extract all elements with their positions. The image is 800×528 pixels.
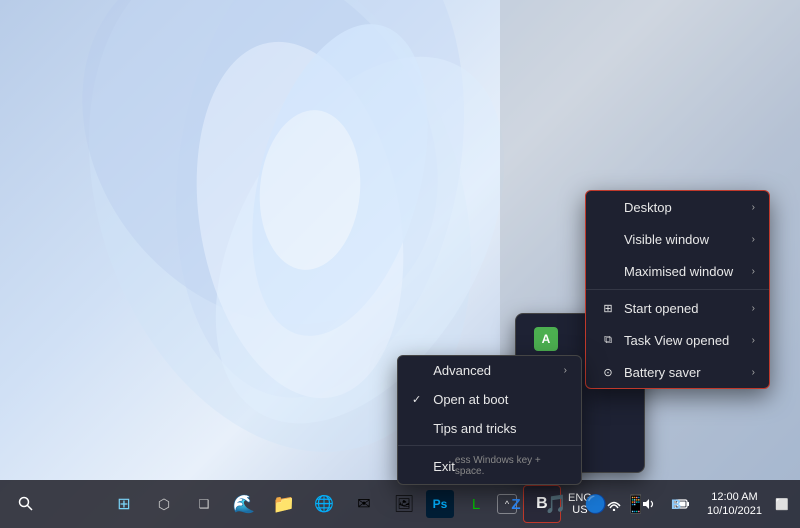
- photoshop-icon[interactable]: Ps: [426, 490, 454, 518]
- menu-item-maximised-window[interactable]: Maximised window ›: [586, 255, 769, 287]
- battery-icon: ⊙: [600, 364, 616, 380]
- clock-time: 12:00 AM: [711, 490, 757, 504]
- submenu-divider: [398, 445, 581, 446]
- maps-tray-icon: A: [534, 327, 558, 351]
- file-explorer-icon[interactable]: 📁: [266, 486, 302, 522]
- desktop-icon: [600, 199, 616, 215]
- zoom-icon[interactable]: Z: [498, 486, 534, 522]
- widgets-button[interactable]: ⬡: [146, 486, 182, 522]
- submenu-item-advanced[interactable]: ✓ Advanced ›: [398, 356, 581, 385]
- context-menu-sub: ✓ Advanced › ✓ Open at boot ✓ Tips and t…: [397, 355, 582, 485]
- menu-item-desktop[interactable]: Desktop ›: [586, 191, 769, 223]
- menu-item-task-view[interactable]: ⧉ Task View opened ›: [586, 324, 769, 356]
- chevron-right-icon-3: ›: [752, 266, 755, 277]
- notes-b-icon[interactable]: B: [658, 486, 694, 522]
- chevron-right-icon-6: ›: [752, 367, 755, 378]
- chevron-right-icon-5: ›: [752, 335, 755, 346]
- search-taskbar-icon[interactable]: [8, 486, 44, 522]
- visible-window-icon: [600, 231, 616, 247]
- line-icon[interactable]: L: [458, 486, 494, 522]
- edge-icon[interactable]: 🌊: [226, 486, 262, 522]
- ie-icon[interactable]: 🌐: [306, 486, 342, 522]
- task-view-button[interactable]: ❑: [186, 486, 222, 522]
- taskbar-left: [0, 486, 44, 522]
- clock-date: 10/10/2021: [707, 504, 762, 518]
- submenu-item-tips[interactable]: ✓ Tips and tricks: [398, 414, 581, 443]
- exit-shortcut: ess Windows key + space.: [455, 455, 567, 477]
- mail-icon[interactable]: ✉: [346, 486, 382, 522]
- phone-link-icon[interactable]: 📱: [618, 486, 654, 522]
- chevron-advanced: ›: [564, 365, 567, 376]
- menu-divider-1: [586, 289, 769, 290]
- chrome-icon[interactable]: 🔵: [578, 486, 614, 522]
- menu-item-start-opened[interactable]: ⊞ Start opened ›: [586, 292, 769, 324]
- chevron-right-icon: ›: [752, 202, 755, 213]
- task-view-icon: ⧉: [600, 332, 616, 348]
- taskbar-center: ⊞ ⬡ ❑ 🌊 📁 🌐 ✉ 🖼 Ps L Z 🎵 🔵: [106, 486, 694, 522]
- submenu-item-exit[interactable]: ✓ Exit ess Windows key + space.: [398, 448, 581, 484]
- context-menu-main: Desktop › Visible window › Maximised win…: [585, 190, 770, 389]
- start-icon: ⊞: [600, 300, 616, 316]
- chevron-right-icon-2: ›: [752, 234, 755, 245]
- maximised-window-icon: [600, 263, 616, 279]
- start-menu-button[interactable]: ⊞: [106, 486, 142, 522]
- menu-item-visible-window[interactable]: Visible window ›: [586, 223, 769, 255]
- check-open-at-boot: ✓: [412, 393, 421, 406]
- taskbar: ⊞ ⬡ ❑ 🌊 📁 🌐 ✉ 🖼 Ps L Z 🎵 🔵: [0, 480, 800, 528]
- menu-item-battery-saver[interactable]: ⊙ Battery saver ›: [586, 356, 769, 388]
- chevron-right-icon-4: ›: [752, 303, 755, 314]
- store-icon[interactable]: 🖼: [386, 486, 422, 522]
- system-clock[interactable]: 12:00 AM 10/10/2021: [701, 490, 768, 519]
- desktop: A V / B Desktop ›: [0, 0, 800, 528]
- spotify-icon[interactable]: 🎵: [538, 486, 574, 522]
- submenu-item-open-at-boot[interactable]: ✓ Open at boot: [398, 385, 581, 414]
- notification-button[interactable]: ⬜: [772, 486, 792, 522]
